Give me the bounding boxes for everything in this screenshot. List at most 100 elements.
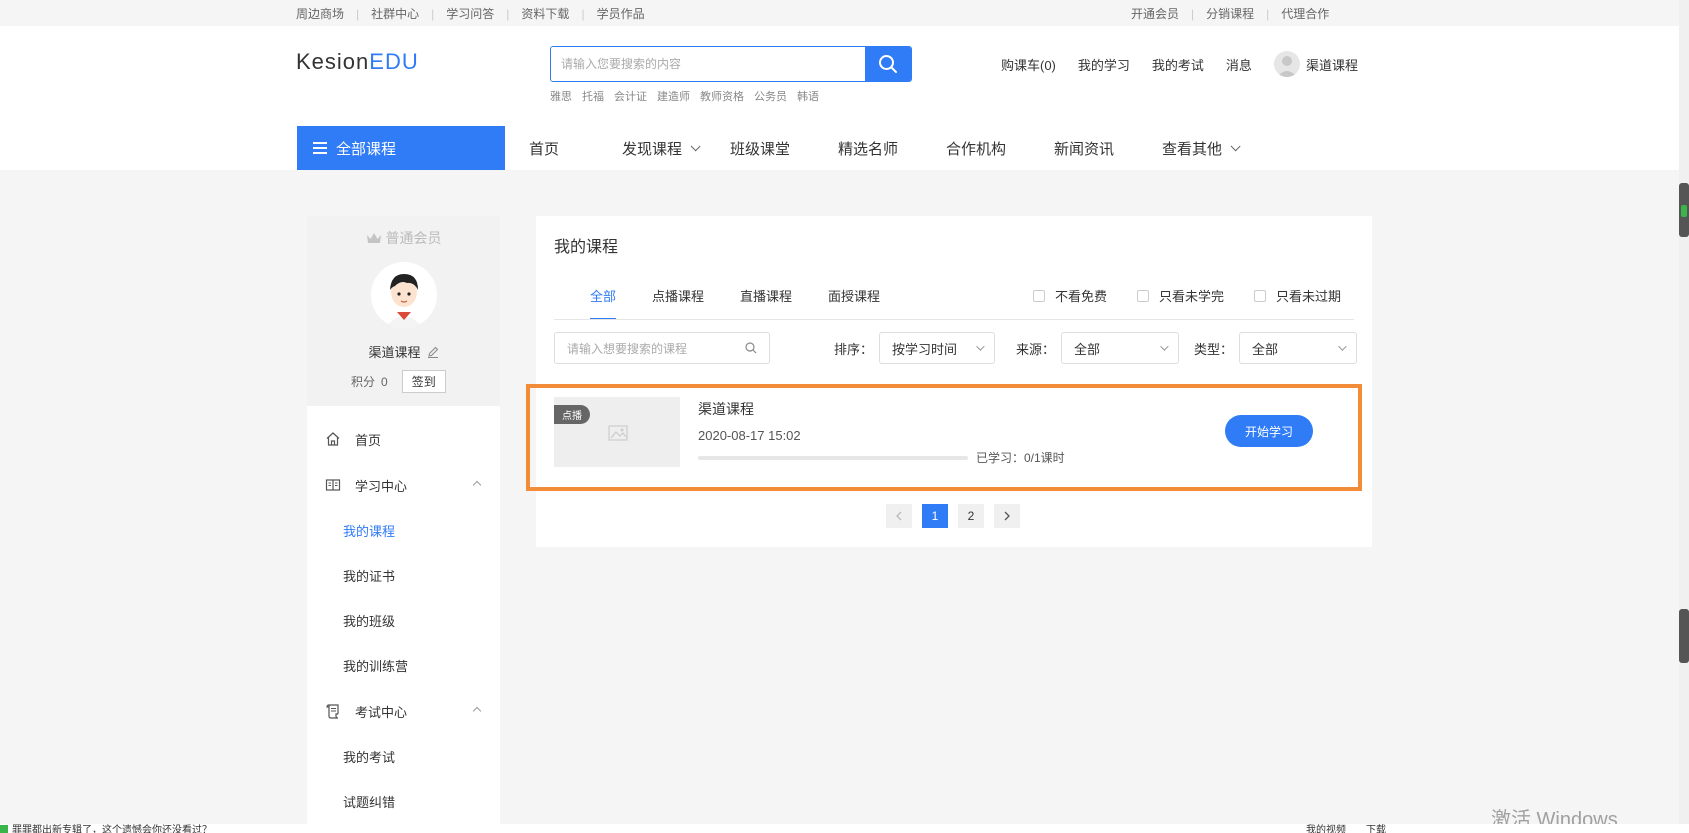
hot-word[interactable]: 公务员 [754,88,787,104]
page-button[interactable]: 1 [922,504,948,528]
sidebar-item-label: 考试中心 [355,704,408,720]
profile-username-text: 渠道课程 [368,345,421,360]
top-link-community[interactable]: 社群中心 [371,5,419,22]
page-button[interactable]: 2 [958,504,984,528]
top-link-membership[interactable]: 开通会员 [1131,5,1179,22]
avatar[interactable] [371,262,437,328]
search-input[interactable] [551,47,865,81]
filter-unfinished[interactable]: 只看未学完 [1137,286,1224,305]
separator: | [1266,6,1270,21]
user-icon [1276,56,1297,77]
messages-link[interactable]: 消息 [1226,55,1252,74]
scroll-icon [326,704,339,719]
course-filters: 不看免费 只看未学完 只看未过期 [1033,286,1371,305]
nav-label: 精选名师 [838,140,899,158]
next-page-button[interactable] [994,504,1020,528]
nav-news[interactable]: 新闻资讯 [1054,138,1162,159]
separator: | [356,6,360,21]
checkin-button[interactable]: 签到 [401,370,446,393]
filter-hide-free[interactable]: 不看免费 [1033,286,1107,305]
nav-classes[interactable]: 班级课堂 [730,138,838,159]
checkbox[interactable] [1137,289,1150,302]
top-link-mall[interactable]: 周边商场 [296,5,344,22]
hot-word[interactable]: 雅思 [550,88,572,104]
points-row: 积分 0 签到 [351,370,446,393]
chevron-down-icon [1230,140,1241,151]
scrollbar-thumb[interactable] [1679,183,1689,237]
checkbox[interactable] [1254,289,1267,302]
sidebar-item-my-classes[interactable]: 我的班级 [307,598,500,643]
tab-on-demand[interactable]: 点播课程 [652,286,704,320]
sidebar-item-exam-center[interactable]: 考试中心 [307,688,500,734]
my-video-button[interactable]: 我的视频 [1306,824,1346,833]
my-exams-link[interactable]: 我的考试 [1152,55,1204,74]
all-courses-button[interactable]: 全部课程 [297,126,505,170]
tab-in-person[interactable]: 面授课程 [828,286,880,320]
sidebar-item-error-report[interactable]: 试题纠错 [307,779,500,824]
sidebar-item-my-certificates[interactable]: 我的证书 [307,553,500,598]
highlight-box [526,384,1362,491]
nav-home[interactable]: 首页 [529,138,622,159]
checkbox[interactable] [1033,289,1045,302]
chevron-down-icon [690,140,701,151]
profile-card: 普通会员 渠道课程 积分 0 签到 [307,216,500,406]
my-learning-link[interactable]: 我的学习 [1078,55,1130,74]
sidebar-item-my-exams[interactable]: 我的考试 [307,734,500,779]
avatar[interactable] [1273,51,1300,77]
hot-word[interactable]: 韩语 [797,88,819,104]
edit-icon[interactable] [427,346,439,358]
top-utility-bar: 周边商场 | 社群中心 | 学习问答 | 资料下载 | 学员作品 开通会员 | 分销课程 |… [0,0,1689,26]
top-left-links: 周边商场 | 社群中心 | 学习问答 | 资料下载 | 学员作品 [296,5,645,22]
nav-label: 班级课堂 [730,140,791,158]
cart-link[interactable]: 购课车(0) [1001,55,1056,74]
points-value: 0 [381,374,388,389]
site-logo[interactable]: KesionEDU [296,49,419,75]
hot-word[interactable]: 教师资格 [700,88,744,104]
side-handle[interactable] [1679,609,1689,663]
sidebar-item-my-courses[interactable]: 我的课程 [307,508,500,553]
course-search-input[interactable]: 请输入想要搜索的课程 [554,332,770,364]
header-username[interactable]: 渠道课程 [1306,55,1358,74]
top-link-downloads[interactable]: 资料下载 [521,5,569,22]
nav-label: 查看其他 [1162,140,1223,158]
nav-teachers[interactable]: 精选名师 [838,138,946,159]
download-button[interactable]: 下载 [1366,824,1386,833]
sort-select[interactable]: 按学习时间 [879,332,996,364]
source-select[interactable]: 全部 [1061,332,1180,364]
type-select[interactable]: 全部 [1239,332,1358,364]
page-title: 我的课程 [554,239,619,256]
book-icon [325,479,341,491]
sidebar-item-home[interactable]: 首页 [307,416,500,462]
sort-control: 排序： 按学习时间 [834,332,996,364]
chevron-right-icon [1004,511,1010,521]
prev-page-button[interactable] [886,504,912,528]
hot-word[interactable]: 建造师 [657,88,690,104]
nav-discover[interactable]: 发现课程 [622,138,730,159]
separator: | [431,6,435,21]
all-courses-label: 全部课程 [336,140,397,158]
status-news[interactable]: 罪罪都出新专辑了，这个遗憾会你还没看过？ [0,824,212,833]
sidebar-item-label: 首页 [355,432,382,448]
menu-icon [313,142,327,154]
top-link-works[interactable]: 学员作品 [597,5,645,22]
member-level-label: 普通会员 [385,230,442,246]
search-button[interactable] [865,47,911,81]
site-search [550,46,912,82]
tab-live[interactable]: 直播课程 [740,286,792,320]
scrollbar-track[interactable] [1679,0,1689,833]
sidebar-item-my-bootcamps[interactable]: 我的训练营 [307,643,500,688]
nav-links: 首页 发现课程 班级课堂 精选名师 合作机构 新闻资讯 查看其他 [529,138,1282,159]
nav-partners[interactable]: 合作机构 [946,138,1054,159]
separator: | [1191,6,1195,21]
top-link-distribution[interactable]: 分销课程 [1206,5,1254,22]
top-link-agency[interactable]: 代理合作 [1281,5,1329,22]
hot-word[interactable]: 托福 [582,88,604,104]
sidebar-item-learning-center[interactable]: 学习中心 [307,462,500,508]
tab-all[interactable]: 全部 [590,286,617,320]
nav-more[interactable]: 查看其他 [1162,138,1282,159]
hot-word[interactable]: 会计证 [614,88,647,104]
filter-unexpired[interactable]: 只看未过期 [1254,286,1341,305]
top-link-qa[interactable]: 学习问答 [446,5,494,22]
course-search-placeholder: 请输入想要搜索的课程 [567,341,688,356]
user-sidebar: 普通会员 渠道课程 积分 0 签到 首页 学习中心 我的课程 我的证书 我的班级… [307,216,500,833]
